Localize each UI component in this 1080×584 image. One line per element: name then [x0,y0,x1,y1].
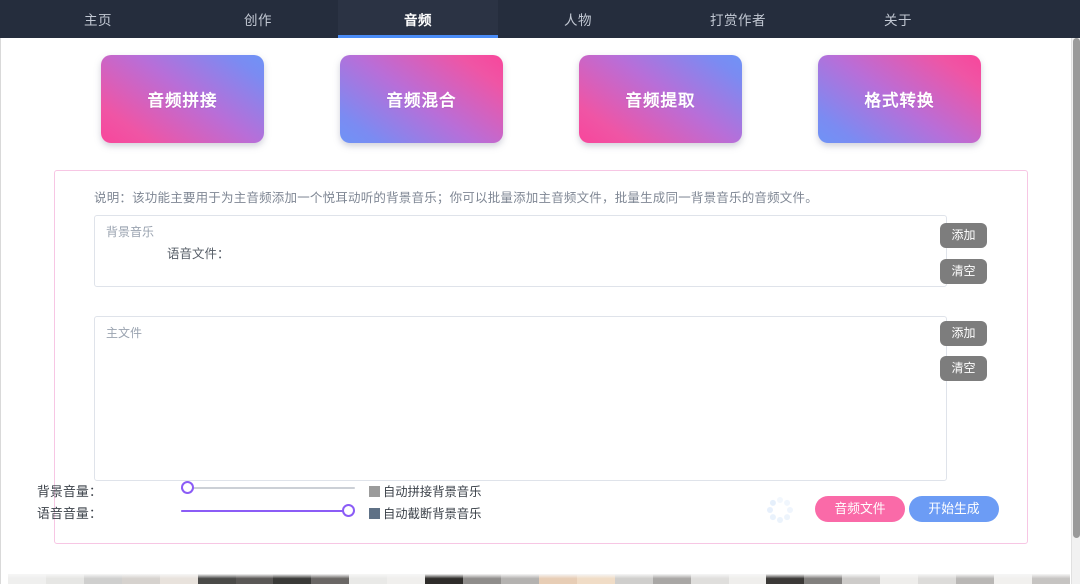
clear-background-music-button[interactable]: 清空 [940,259,987,284]
main-navbar: 主页 创作 音频 人物 打赏作者 关于 [0,0,1080,38]
thumbnail-sliver[interactable] [652,574,691,584]
card-audio-extract[interactable]: 音频提取 [579,55,742,143]
thumbnail-sliver[interactable] [121,574,160,584]
spinner-dot [782,498,792,508]
background-music-label: 背景音乐 [106,225,155,239]
scrollbar-thumb[interactable] [1073,38,1080,538]
slider-thumb[interactable] [342,504,355,517]
card-audio-concat[interactable]: 音频拼接 [101,55,264,143]
card-label: 音频拼接 [147,92,218,110]
thumbnail-sliver[interactable] [690,574,729,584]
voice-volume-label: 语音音量： [37,506,102,521]
checkbox-label: 自动截断背景音乐 [383,507,482,521]
panel-description: 说明：该功能主要用于为主音频添加一个悦耳动听的背景音乐；你可以批量添加主音频文件… [94,191,818,205]
thumbnail-sliver[interactable] [842,574,881,584]
thumbnail-sliver[interactable] [728,574,767,584]
card-audio-mix[interactable]: 音频混合 [340,55,503,143]
thumbnail-sliver[interactable] [235,574,274,584]
thumbnail-sliver[interactable] [8,574,46,584]
add-background-music-button[interactable]: 添加 [940,223,987,248]
main-file-label: 主文件 [106,326,143,340]
voice-file-label: 语音文件： [167,247,230,261]
window-left-edge [0,38,1,584]
nav-item-create[interactable]: 创作 [178,0,338,38]
clear-main-file-button[interactable]: 清空 [940,356,987,381]
thumbnail-sliver[interactable] [425,574,464,584]
bottom-image-strip [8,574,1070,584]
thumbnail-sliver[interactable] [956,574,994,584]
start-generate-button[interactable]: 开始生成 [909,496,999,522]
checkbox-auto-trim-background-music[interactable]: 自动截断背景音乐 [369,504,481,522]
nav-item-label: 打赏作者 [710,13,766,28]
thumbnail-sliver[interactable] [463,574,501,584]
spinner-dot [777,497,783,503]
app-window: 主页 创作 音频 人物 打赏作者 关于 音频拼接 音频混合 音频提取 格式转换 [0,0,1080,584]
nav-item-characters[interactable]: 人物 [498,0,658,38]
nav-item-label: 主页 [84,13,112,28]
checkbox-box-icon[interactable] [369,507,380,519]
background-volume-label: 背景音量： [37,484,102,499]
spinner-dot [787,507,793,513]
spinner-dot [767,507,773,513]
thumbnail-sliver[interactable] [538,574,577,584]
thumbnail-sliver[interactable] [576,574,615,584]
checkbox-box-icon[interactable] [369,485,380,497]
thumbnail-sliver[interactable] [500,574,539,584]
nav-item-home[interactable]: 主页 [18,0,178,38]
background-volume-slider[interactable] [181,481,355,495]
loading-spinner-icon [767,497,793,523]
thumbnail-sliver[interactable] [83,574,122,584]
checkbox-auto-join-background-music[interactable]: 自动拼接背景音乐 [369,482,481,500]
spinner-dot [768,512,778,522]
nav-item-label: 人物 [564,13,592,28]
thumbnail-sliver[interactable] [273,574,312,584]
thumbnail-sliver[interactable] [766,574,805,584]
background-music-dropzone[interactable]: 背景音乐 语音文件： [94,215,947,287]
card-label: 音频提取 [625,92,696,110]
thumbnail-sliver[interactable] [880,574,919,584]
main-file-dropzone[interactable]: 主文件 [94,316,947,481]
slider-fill [181,510,349,512]
thumbnail-sliver[interactable] [614,574,653,584]
checkbox-label: 自动拼接背景音乐 [383,485,482,499]
spinner-dot [777,517,783,523]
thumbnail-sliver[interactable] [1031,574,1070,584]
thumbnail-sliver[interactable] [349,574,388,584]
nav-item-label: 音频 [404,13,432,28]
thumbnail-sliver[interactable] [387,574,426,584]
spinner-dot [768,498,778,508]
nav-item-label: 创作 [244,13,272,28]
nav-left-spacer [0,0,18,38]
page-scrollbar[interactable] [1071,38,1080,584]
card-label: 格式转换 [864,92,935,110]
feature-cards-row: 音频拼接 音频混合 音频提取 格式转换 [0,55,1080,153]
thumbnail-sliver[interactable] [311,574,350,584]
thumbnail-sliver[interactable] [993,574,1032,584]
audio-file-button[interactable]: 音频文件 [815,496,905,522]
thumbnail-sliver[interactable] [159,574,198,584]
thumbnail-sliver[interactable] [918,574,957,584]
card-label: 音频混合 [386,92,457,110]
slider-thumb[interactable] [181,481,194,494]
nav-item-about[interactable]: 关于 [818,0,978,38]
spinner-dot [782,512,792,522]
card-format-convert[interactable]: 格式转换 [818,55,981,143]
thumbnail-sliver[interactable] [197,574,236,584]
voice-volume-slider[interactable] [181,504,355,518]
thumbnail-sliver[interactable] [804,574,843,584]
nav-item-label: 关于 [884,13,912,28]
nav-item-audio[interactable]: 音频 [338,0,498,38]
slider-track [181,487,355,489]
add-main-file-button[interactable]: 添加 [940,321,987,346]
thumbnail-sliver[interactable] [45,574,84,584]
nav-item-donate[interactable]: 打赏作者 [658,0,818,38]
